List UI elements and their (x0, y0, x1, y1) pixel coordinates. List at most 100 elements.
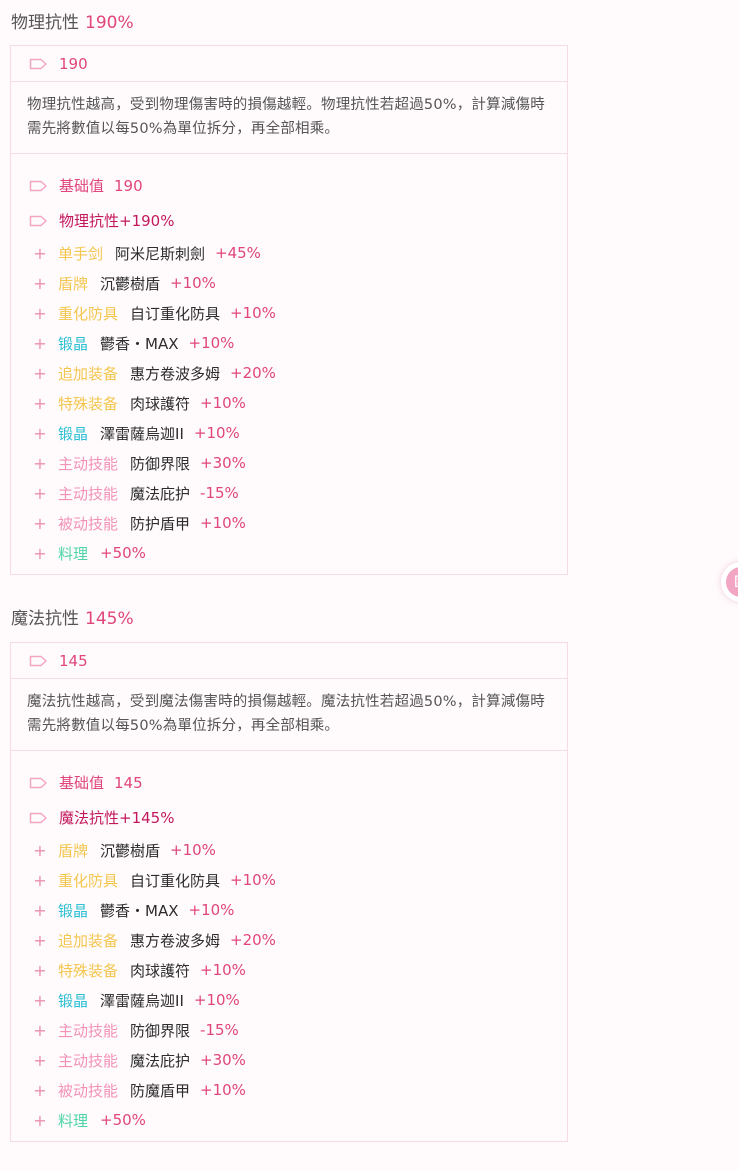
modifier-row: + 重化防具 自订重化防具 +10% (11, 298, 567, 328)
modifier-row: + 锻晶 澤雷薩烏迦II +10% (11, 418, 567, 448)
modifier-row: + 主动技能 防御界限 +30% (11, 448, 567, 478)
magic-resistance-card: 145 魔法抗性越高，受到魔法傷害時的損傷越輕。魔法抗性若超過50%，計算減傷時… (10, 642, 568, 1142)
plus-icon: + (33, 870, 47, 890)
source-name: 防护盾甲 (130, 514, 191, 533)
source-category: 特殊装备 (58, 394, 119, 413)
source-category: 追加装备 (58, 931, 119, 950)
modifier-value: +10% (230, 871, 276, 889)
source-category: 主动技能 (58, 484, 119, 503)
source-category: 重化防具 (58, 871, 119, 890)
modifier-row: + 料理 +50% (11, 1105, 567, 1135)
modifier-row: + 特殊装备 肉球護符 +10% (11, 955, 567, 985)
source-category: 锻晶 (58, 901, 89, 920)
modifier-row: + 追加装备 惠方卷波多姆 +20% (11, 358, 567, 388)
modifier-value: +10% (170, 841, 216, 859)
item-list: + 盾牌 沉鬱樹盾 +10% + 重化防具 自订重化防具 +10% + 锻晶 鬱香・MAX +10% +… (11, 835, 567, 1135)
modifier-row: + 锻晶 鬱香・MAX +10% (11, 895, 567, 925)
plus-icon: + (33, 303, 47, 323)
source-name: 澤雷薩烏迦II (100, 424, 184, 443)
modifier-value: +20% (230, 931, 276, 949)
modifier-row: + 重化防具 自订重化防具 +10% (11, 865, 567, 895)
modifier-value: +45% (215, 244, 261, 262)
source-name: 惠方卷波多姆 (130, 364, 221, 383)
header-value: 190 (59, 54, 88, 73)
plus-icon: + (33, 423, 47, 443)
source-name: 防御界限 (130, 1021, 191, 1040)
source-category: 主动技能 (58, 1021, 119, 1040)
dice-icon: ⚄ (726, 567, 738, 597)
plus-icon: + (33, 363, 47, 383)
tag-icon (29, 655, 48, 667)
card-header: 190 (11, 46, 567, 82)
modifier-value: +10% (188, 334, 235, 352)
source-category: 单手剑 (58, 244, 104, 263)
section-title-label: 物理抗性 (11, 13, 79, 33)
tag-icon (29, 180, 48, 192)
source-category: 料理 (58, 544, 89, 563)
plus-icon: + (33, 930, 47, 950)
source-category: 被动技能 (58, 514, 119, 533)
modifier-value: +10% (200, 1081, 246, 1099)
modifier-value: +10% (200, 514, 246, 532)
plus-icon: + (33, 1050, 47, 1070)
plus-icon: + (33, 273, 47, 293)
section-title-label: 魔法抗性 (11, 609, 79, 629)
source-category: 主动技能 (58, 454, 119, 473)
source-name: 自订重化防具 (130, 304, 221, 323)
modifier-value: +10% (193, 991, 240, 1009)
modifier-row: + 锻晶 澤雷薩烏迦II +10% (11, 985, 567, 1015)
base-label: 基础值 (59, 177, 105, 195)
tag-icon (29, 215, 48, 227)
base-value-row: 基础值 190 (11, 168, 567, 203)
total-row: 魔法抗性+145% (11, 800, 567, 835)
modifier-row: + 主动技能 魔法庇护 -15% (11, 478, 567, 508)
modifier-row: + 单手剑 阿米尼斯刺劍 +45% (11, 238, 567, 268)
source-category: 追加装备 (58, 364, 119, 383)
modifier-value: -15% (200, 484, 239, 502)
base-value-row: 基础值 145 (11, 765, 567, 800)
magic-resistance-title: 魔法抗性 145% (11, 604, 134, 629)
modifier-value: +10% (193, 424, 240, 442)
modifier-value: +10% (200, 961, 246, 979)
modifier-value: +50% (100, 1111, 146, 1129)
breakdown-list: 基础值 190 物理抗性+190% + 单手剑 阿米尼斯刺劍 +45% + 盾牌 沉鬱樹盾 +… (11, 154, 567, 574)
plus-icon: + (33, 543, 47, 563)
plus-icon: + (33, 333, 47, 353)
base-value: 190 (114, 176, 143, 195)
source-category: 锻晶 (58, 334, 89, 353)
modifier-value: +10% (188, 901, 235, 919)
modifier-value: -15% (200, 1021, 239, 1039)
plus-icon: + (33, 1080, 47, 1100)
plus-icon: + (33, 840, 47, 860)
modifier-row: + 追加装备 惠方卷波多姆 +20% (11, 925, 567, 955)
source-category: 盾牌 (58, 841, 89, 860)
item-list: + 单手剑 阿米尼斯刺劍 +45% + 盾牌 沉鬱樹盾 +10% + 重化防具 自订重化防具 +10%… (11, 238, 567, 568)
plus-icon: + (33, 483, 47, 503)
source-category: 料理 (58, 1111, 89, 1130)
modifier-row: + 被动技能 防魔盾甲 +10% (11, 1075, 567, 1105)
source-name: 鬱香・MAX (100, 334, 179, 353)
modifier-value: +10% (230, 304, 276, 322)
breakdown-list: 基础值 145 魔法抗性+145% + 盾牌 沉鬱樹盾 +10% + 重化防具 自订重化防具… (11, 751, 567, 1141)
source-category: 被动技能 (58, 1081, 119, 1100)
plus-icon: + (33, 513, 47, 533)
source-category: 盾牌 (58, 274, 89, 293)
plus-icon: + (33, 960, 47, 980)
description: 物理抗性越高，受到物理傷害時的損傷越輕。物理抗性若超過50%，計算減傷時需先將數… (11, 82, 567, 154)
source-name: 防御界限 (130, 454, 191, 473)
modifier-value: +30% (200, 1051, 246, 1069)
section-title-percent: 145% (85, 609, 134, 629)
floating-action-button[interactable]: ⚄ (721, 562, 738, 602)
modifier-row: + 盾牌 沉鬱樹盾 +10% (11, 268, 567, 298)
modifier-row: + 盾牌 沉鬱樹盾 +10% (11, 835, 567, 865)
modifier-row: + 被动技能 防护盾甲 +10% (11, 508, 567, 538)
description: 魔法抗性越高，受到魔法傷害時的損傷越輕。魔法抗性若超過50%，計算減傷時需先將數… (11, 679, 567, 751)
plus-icon: + (33, 453, 47, 473)
source-category: 重化防具 (58, 304, 119, 323)
source-name: 沉鬱樹盾 (100, 841, 161, 860)
modifier-row: + 料理 +50% (11, 538, 567, 568)
modifier-row: + 主动技能 魔法庇护 +30% (11, 1045, 567, 1075)
total-label: 魔法抗性+145% (59, 809, 175, 827)
source-name: 防魔盾甲 (130, 1081, 191, 1100)
modifier-row: + 主动技能 防御界限 -15% (11, 1015, 567, 1045)
